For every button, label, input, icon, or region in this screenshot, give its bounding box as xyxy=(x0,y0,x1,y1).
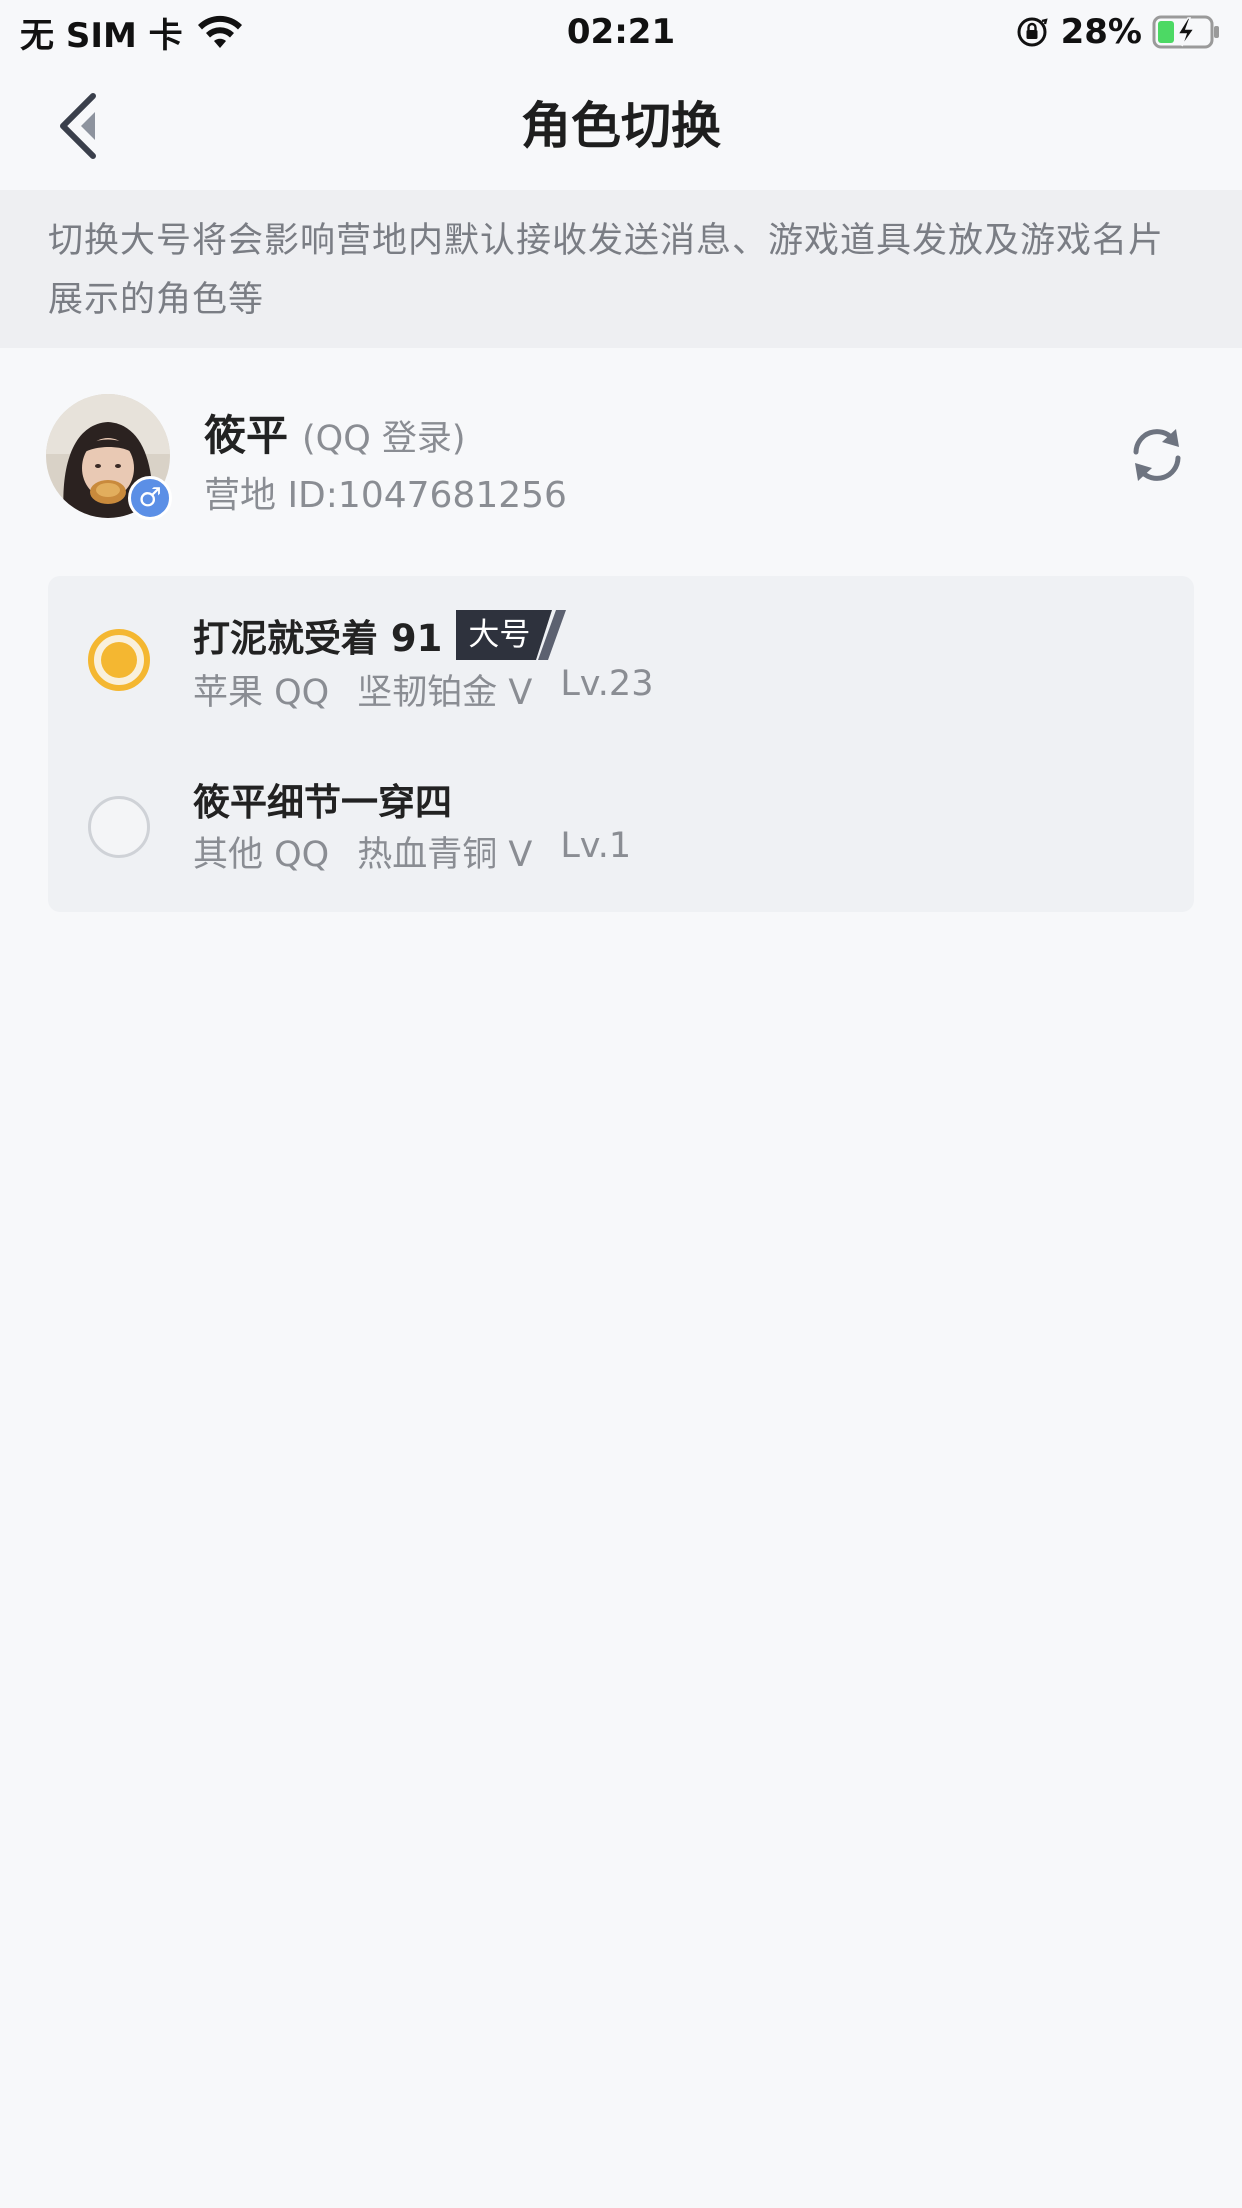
battery-percent: 28% xyxy=(1060,12,1142,52)
rotation-lock-icon xyxy=(1017,17,1048,47)
role-list: 打泥就受着 91 大号 苹果 QQ 坚韧铂金 V Lv.23 筱平细节一穿四 其… xyxy=(48,576,1194,912)
role-name: 打泥就受着 91 xyxy=(193,617,443,660)
refresh-switch-icon[interactable] xyxy=(1124,422,1190,488)
role-platform: 其他 QQ xyxy=(193,835,330,875)
account-profile: ♂ 筱平 (QQ 登录) 营地 ID:1047681256 xyxy=(0,380,1242,530)
role-title-line: 筱平细节一穿四 xyxy=(193,772,452,826)
role-rank: 热血青铜 V xyxy=(357,835,533,875)
role-meta: 其他 QQ 热血青铜 V Lv.1 xyxy=(193,826,659,877)
radio-selected[interactable] xyxy=(88,629,150,691)
page-title: 角色切换 xyxy=(521,97,721,155)
role-platform: 苹果 QQ xyxy=(193,673,330,713)
main-account-badge: 大号 xyxy=(456,610,568,660)
role-rank: 坚韧铂金 V xyxy=(357,673,533,713)
status-bar: 无 SIM 卡 02:21 28% xyxy=(0,0,1242,62)
camp-id: 营地 ID:1047681256 xyxy=(204,475,567,516)
status-right: 28% xyxy=(1015,10,1222,54)
radio-dot xyxy=(101,642,137,678)
role-meta: 苹果 QQ 坚韧铂金 V Lv.23 xyxy=(193,664,681,715)
avatar: ♂ xyxy=(46,394,172,520)
switch-notice: 切换大号将会影响营地内默认接收发送消息、游戏道具发放及游戏名片 展示的角色等 xyxy=(0,190,1242,348)
radio-unselected[interactable] xyxy=(88,796,150,858)
role-name: 筱平细节一穿四 xyxy=(193,781,452,824)
role-title-line: 打泥就受着 91 大号 xyxy=(193,608,568,662)
role-level: Lv.1 xyxy=(560,826,632,866)
notice-line-2: 展示的角色等 xyxy=(48,280,265,320)
role-item[interactable]: 打泥就受着 91 大号 苹果 QQ 坚韧铂金 V Lv.23 xyxy=(48,576,1194,744)
login-type: (QQ 登录) xyxy=(302,419,466,459)
role-level: Lv.23 xyxy=(560,664,654,704)
male-gender-icon: ♂ xyxy=(128,476,172,520)
role-item[interactable]: 筱平细节一穿四 其他 QQ 热血青铜 V Lv.1 xyxy=(48,744,1194,912)
profile-name-line: 筱平 (QQ 登录) xyxy=(204,402,466,463)
battery-charging-icon xyxy=(1152,15,1219,49)
badge-label: 大号 xyxy=(468,617,531,653)
navigation-bar: 角色切换 xyxy=(0,62,1242,190)
profile-name: 筱平 xyxy=(204,411,289,460)
notice-line-1: 切换大号将会影响营地内默认接收发送消息、游戏道具发放及游戏名片 xyxy=(48,221,1165,261)
